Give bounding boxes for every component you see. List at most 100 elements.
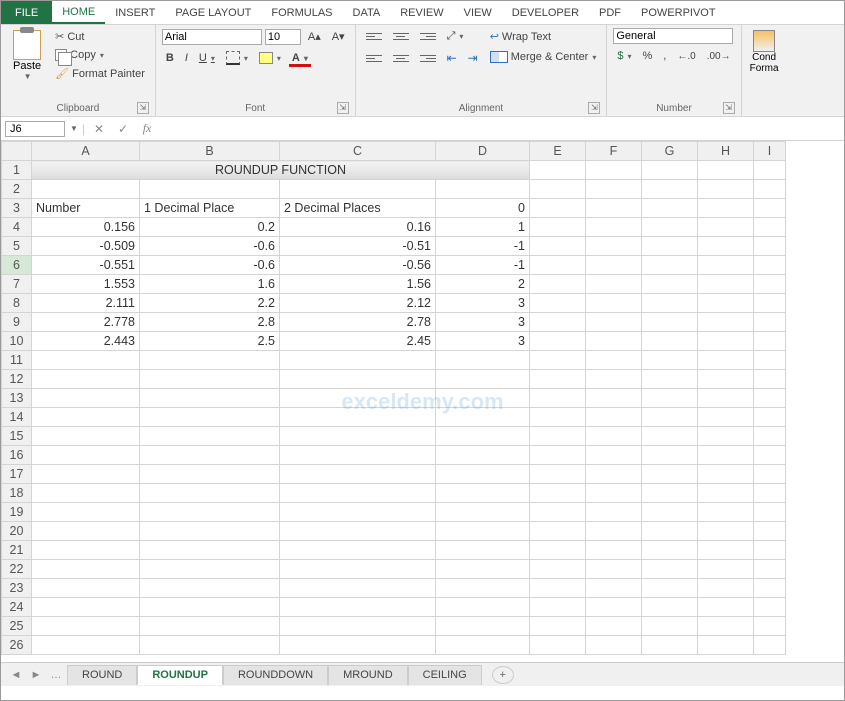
decrease-indent-button[interactable]: ⇤ [443,49,461,67]
cell[interactable] [754,579,786,598]
cell[interactable] [698,617,754,636]
cell[interactable] [642,598,698,617]
cell[interactable]: 2.2 [140,294,280,313]
number-format-select[interactable] [613,28,733,44]
cell[interactable] [140,370,280,389]
cell[interactable] [140,617,280,636]
cell[interactable] [436,598,530,617]
font-color-button[interactable]: A▾ [288,50,312,66]
cell[interactable] [586,370,642,389]
cell[interactable] [530,199,586,218]
col-header-D[interactable]: D [436,142,530,161]
cell[interactable] [586,484,642,503]
cell[interactable] [642,541,698,560]
tab-review[interactable]: REVIEW [390,1,453,24]
cell[interactable] [586,522,642,541]
cell[interactable] [586,541,642,560]
cell[interactable] [754,180,786,199]
cell[interactable] [280,617,436,636]
cell[interactable] [280,579,436,598]
cell[interactable] [754,503,786,522]
cell[interactable] [530,256,586,275]
cell[interactable]: 1 Decimal Place [140,199,280,218]
cell[interactable] [436,408,530,427]
new-sheet-button[interactable]: + [492,666,514,684]
cell[interactable]: 0.2 [140,218,280,237]
cell[interactable] [140,579,280,598]
cell[interactable]: 2.12 [280,294,436,313]
tab-view[interactable]: VIEW [454,1,502,24]
row-header-12[interactable]: 12 [2,370,32,389]
orientation-button[interactable]: ⤢▾ [443,28,468,45]
cell[interactable] [436,617,530,636]
name-box[interactable] [5,121,65,137]
row-header-6[interactable]: 6 [2,256,32,275]
cell[interactable] [140,560,280,579]
cell[interactable]: 3 [436,313,530,332]
shrink-font-button[interactable]: A▾ [328,28,349,45]
cell[interactable] [280,427,436,446]
align-bottom-button[interactable] [416,31,440,42]
tab-data[interactable]: DATA [343,1,391,24]
cell[interactable] [586,598,642,617]
cell[interactable] [530,446,586,465]
cell[interactable] [530,598,586,617]
cell[interactable] [698,332,754,351]
cell[interactable] [698,199,754,218]
cell[interactable] [586,256,642,275]
cell[interactable]: -0.551 [32,256,140,275]
cell[interactable] [436,446,530,465]
sheet-tab-ceiling[interactable]: CEILING [408,665,482,685]
cell[interactable] [436,427,530,446]
cell[interactable] [642,294,698,313]
cell[interactable] [530,313,586,332]
cell[interactable]: 2.111 [32,294,140,313]
cell[interactable] [140,598,280,617]
tab-file[interactable]: FILE [1,1,52,24]
cell[interactable] [754,598,786,617]
cell[interactable] [140,351,280,370]
cell[interactable] [754,427,786,446]
row-header-17[interactable]: 17 [2,465,32,484]
cell[interactable] [698,237,754,256]
cell[interactable] [530,180,586,199]
cell[interactable] [586,503,642,522]
cell[interactable] [280,446,436,465]
cell[interactable] [586,427,642,446]
sheet-nav-first[interactable]: ◄ [7,669,25,681]
tab-powerpivot[interactable]: POWERPIVOT [631,1,726,24]
cell[interactable] [530,427,586,446]
cell[interactable]: 1.553 [32,275,140,294]
cell[interactable] [586,218,642,237]
cell[interactable] [698,275,754,294]
italic-button[interactable]: I [181,50,192,66]
cell[interactable] [280,370,436,389]
cell[interactable]: 2.78 [280,313,436,332]
cell[interactable] [642,408,698,427]
cell[interactable] [642,522,698,541]
cell[interactable] [436,636,530,655]
cell[interactable]: 0.156 [32,218,140,237]
cell[interactable]: -0.6 [140,237,280,256]
cell[interactable] [586,199,642,218]
cell[interactable] [32,427,140,446]
cell[interactable] [530,237,586,256]
row-header-20[interactable]: 20 [2,522,32,541]
cell[interactable] [530,503,586,522]
cell[interactable]: Number [32,199,140,218]
align-left-button[interactable] [362,53,386,64]
cell[interactable] [140,465,280,484]
cell[interactable] [32,484,140,503]
cell[interactable] [280,560,436,579]
cell[interactable] [140,503,280,522]
cell[interactable] [32,389,140,408]
cell[interactable] [642,617,698,636]
cell[interactable]: 1.56 [280,275,436,294]
row-header-22[interactable]: 22 [2,560,32,579]
cell[interactable] [754,560,786,579]
cell[interactable]: -0.509 [32,237,140,256]
sheet-nav-more[interactable]: … [47,669,65,681]
cell[interactable] [32,560,140,579]
col-header-G[interactable]: G [642,142,698,161]
cell[interactable] [698,313,754,332]
